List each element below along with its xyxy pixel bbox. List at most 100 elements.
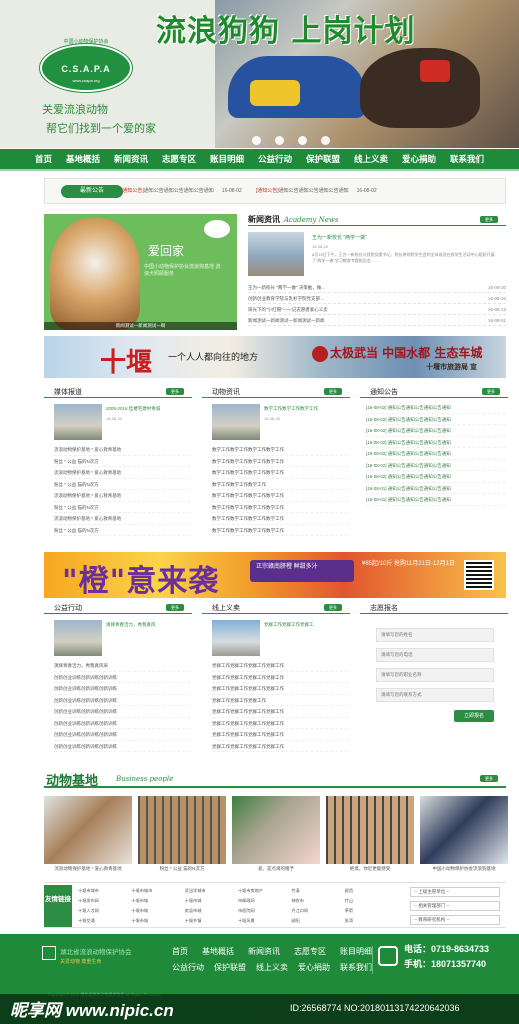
nav-item[interactable]: 基地概括	[66, 153, 100, 165]
link-select-1[interactable]: -- 上级主管单位 --	[410, 887, 500, 897]
nav-item[interactable]: 新闻资讯	[114, 153, 148, 165]
notice-more-button[interactable]: 更多	[482, 388, 500, 395]
animal-photo[interactable]	[232, 796, 320, 864]
activity-list-item[interactable]: 数学工作数学工作数学工作数学工作	[212, 502, 348, 513]
sale-thumb-title[interactable]: 党群工作党群工作党群工	[264, 622, 348, 628]
feature-image[interactable]: 爱回家 中国小动物保护协会流浪狗基地 流浪犬照顾服务 新闻测试一新闻测试一啊	[44, 214, 237, 330]
friend-link[interactable]: 武当学城市	[185, 886, 238, 896]
occupation-field[interactable]: 请填写您的职业名称	[376, 668, 494, 682]
news-item-title[interactable]: 新闻测试一新闻测试一新闻测试一新闻	[248, 315, 325, 325]
friend-link[interactable]: 十堰交通	[78, 916, 131, 926]
charity-thumbnail[interactable]	[54, 620, 102, 656]
charity-list-item[interactable]: 创新创业训练创新训练创新训练	[54, 729, 190, 741]
charity-more-button[interactable]: 更多	[166, 604, 184, 611]
slider-dot[interactable]	[298, 136, 307, 145]
footer-nav-item[interactable]: 新闻资讯	[248, 944, 280, 960]
news-headline[interactable]: 王为一新校长 "两学一做"	[312, 234, 367, 241]
charity-thumb-title[interactable]: 演绎青春活力，秀我真风	[106, 622, 190, 628]
notice-list-item[interactable]: [16-08-02] 通知公告通知公告通知公告通知	[366, 471, 506, 483]
shiyan-tourism-ad[interactable]: 十堰 一个人人都向往的地方 太极武当 中国水都 生态车城 十堰市旅游局 宣	[44, 336, 506, 378]
friend-link[interactable]: 竹山	[345, 896, 398, 906]
media-list-item[interactable]: 粉丝 * 公益 猫的N次方	[54, 479, 190, 490]
charity-list-item[interactable]: 演绎青春活力，秀我真风采	[54, 660, 190, 672]
friend-link[interactable]: 十堰市城	[185, 896, 238, 906]
footer-nav-item[interactable]: 联系我们	[340, 960, 372, 976]
nav-item[interactable]: 保护联盟	[306, 153, 340, 165]
notice-list-item[interactable]: [16-08-02] 通知公告通知公告通知公告通知	[366, 448, 506, 460]
sale-list-item[interactable]: 党群工作党群工作党群工作党群工作	[212, 741, 348, 752]
friend-link[interactable]: 十堰市城	[131, 916, 184, 926]
friend-link[interactable]: 十堰乡镇	[185, 916, 238, 926]
footer-nav-item[interactable]: 账目明细	[340, 944, 372, 960]
activity-list-item[interactable]: 数学工作数学工作数学工作数学工作	[212, 513, 348, 525]
friend-link[interactable]: 竹溪	[291, 886, 344, 896]
sale-more-button[interactable]: 更多	[324, 604, 342, 611]
link-select-2[interactable]: -- 相关管理部门 --	[410, 901, 500, 911]
activity-thumb-title[interactable]: 数学工作数学工作数学工作	[264, 406, 348, 412]
friend-link[interactable]: 十堰市城	[131, 906, 184, 916]
news-list-item[interactable]: 创新创业教育学院与乳杉学院党支部… 16-08-10	[248, 293, 506, 304]
media-list-item[interactable]: 流浪动物保护基地 * 爱心救青基地	[54, 444, 190, 456]
media-list-item[interactable]: 粉丝 * 公益 猫的N次方	[54, 502, 190, 513]
sale-list-item[interactable]: 党群工作党群工作党群工作党群工作	[212, 660, 348, 672]
notice-list-item[interactable]: [16-08-01] 通知公告通知公告通知公告通知	[366, 483, 506, 494]
friend-link[interactable]: 十堰市城市	[131, 886, 184, 896]
friend-link[interactable]: 张湾	[345, 916, 398, 926]
footer-nav-item[interactable]: 志愿专区	[294, 944, 326, 960]
notice-list-item[interactable]: [16-08-02] 通知公告通知公告通知公告通知	[366, 437, 506, 448]
contact-field[interactable]: 请填写您的联系方式	[376, 688, 494, 702]
name-field[interactable]: 请填写您的姓名	[376, 628, 494, 642]
media-more-button[interactable]: 更多	[166, 388, 184, 395]
phone-field[interactable]: 请填写您的电话	[376, 648, 494, 662]
slider-dot[interactable]	[275, 136, 284, 145]
charity-list-item[interactable]: 创新创业训练创新训练创新训练	[54, 683, 190, 695]
sale-thumbnail[interactable]	[212, 620, 260, 656]
activity-list-item[interactable]: 数学工作数学工作数学工作数学工作	[212, 525, 348, 536]
sale-list-item[interactable]: 党群工作党群工作党群工作	[212, 695, 348, 706]
orange-promo-ad[interactable]: "橙"意来袭 正宗赣南脐橙 鲜甜多汁 ¥85起/10斤 抢购11月21日-12月…	[44, 552, 506, 598]
activity-list-item[interactable]: 数学工作数学工作数学工作数学工作	[212, 444, 348, 456]
nav-item[interactable]: 联系我们	[450, 153, 484, 165]
sale-list-item[interactable]: 党群工作党群工作党群工作党群工作	[212, 718, 348, 729]
announcement-text[interactable]: 通知公告通知公告通知公告通知	[279, 188, 349, 194]
media-list-item[interactable]: 流浪动物保护基地 * 爱心救青基地	[54, 490, 190, 502]
nav-item[interactable]: 公益行动	[258, 153, 292, 165]
friend-link[interactable]: 十堰市城市	[78, 886, 131, 896]
friend-link[interactable]: 丹江口网	[291, 906, 344, 916]
footer-nav-item[interactable]: 首页	[172, 944, 188, 960]
charity-list-item[interactable]: 创新创业训练创新训练创新训练	[54, 672, 190, 683]
nav-item[interactable]: 首页	[35, 153, 52, 165]
media-list-item[interactable]: 粉丝 * 公益 猫的N次方	[54, 456, 190, 467]
notice-list-item[interactable]: [16-08-02] 通知公告通知公告通知公告通知	[366, 414, 506, 425]
signup-button[interactable]: 立即报名	[454, 710, 494, 722]
animal-more-button[interactable]: 更多	[480, 775, 498, 782]
friend-link[interactable]: 十堰市城	[131, 896, 184, 906]
sale-list-item[interactable]: 党群工作党群工作党群工作党群工作	[212, 672, 348, 683]
media-list-item[interactable]: 流浪动物保护基地 * 爱心救青基地	[54, 513, 190, 525]
friend-link[interactable]: 十堰风景	[238, 916, 291, 926]
activity-list-item[interactable]: 数学工作数学工作数学工作	[212, 479, 348, 490]
news-list-item[interactable]: 阳光下的"小红帽"——记志愿者爱心义卖 16-08-12	[248, 304, 506, 315]
link-select-3[interactable]: -- 教育研究机构 --	[410, 915, 500, 925]
charity-list-item[interactable]: 创新创业训练创新训练创新训练	[54, 741, 190, 752]
nav-item[interactable]: 爱心捐助	[402, 153, 436, 165]
sale-list-item[interactable]: 党群工作党群工作党群工作党群工作	[212, 729, 348, 741]
sale-list-item[interactable]: 党群工作党群工作党群工作党群工作	[212, 706, 348, 718]
news-item-title[interactable]: 王为一新校长 "两学一做" 决策推，做…	[248, 282, 326, 292]
slider-dot[interactable]	[321, 136, 330, 145]
activity-list-item[interactable]: 数学工作数学工作数学工作数学工作	[212, 490, 348, 502]
slider-dot[interactable]	[252, 136, 261, 145]
animal-photo[interactable]	[138, 796, 226, 864]
friend-link[interactable]: 市邮政网	[238, 896, 291, 906]
activity-list-item[interactable]: 数学工作数学工作数学工作数学工作	[212, 456, 348, 467]
activity-list-item[interactable]: 数学工作数学工作数学工作数学工作	[212, 467, 348, 479]
news-more-button[interactable]: 更多	[480, 216, 498, 223]
charity-list-item[interactable]: 创新创业训练创新训练创新训练	[54, 718, 190, 729]
animal-photo[interactable]	[326, 796, 414, 864]
nav-item[interactable]: 线上义卖	[354, 153, 388, 165]
news-item-title[interactable]: 阳光下的"小红帽"——记志愿者爱心义卖	[248, 304, 328, 314]
announcement-items[interactable]: [通知公告]通知公告通知公告通知公告通知 16-08-02 [通知公告]通知公告通知…	[121, 187, 461, 194]
footer-nav-item[interactable]: 基地概括	[202, 944, 234, 960]
media-list-item[interactable]: 粉丝 * 公益 猫的N次方	[54, 525, 190, 536]
friend-link[interactable]: 十堰市房地产	[238, 886, 291, 896]
